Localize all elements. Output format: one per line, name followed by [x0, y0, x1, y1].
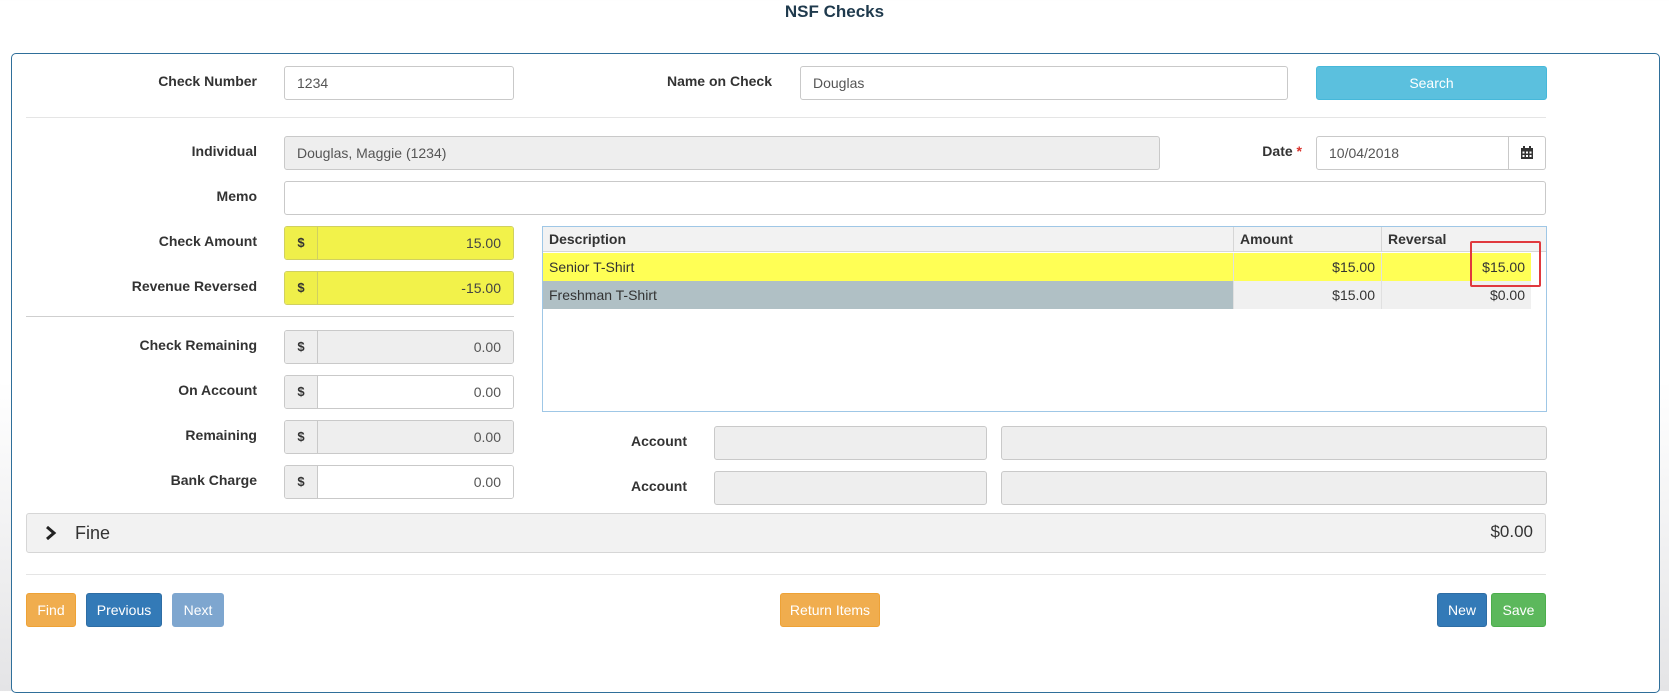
check-remaining-field: $ 0.00	[284, 330, 514, 364]
check-amount-value[interactable]: 15.00	[318, 227, 513, 259]
column-header-amount[interactable]: Amount	[1234, 227, 1382, 252]
annotation-highlight-box	[1470, 241, 1541, 287]
currency-sign: $	[285, 421, 318, 453]
previous-button[interactable]: Previous	[86, 593, 162, 627]
check-remaining-value: 0.00	[318, 331, 513, 363]
row-description: Freshman T-Shirt	[543, 281, 1234, 309]
calendar-icon	[1521, 146, 1533, 159]
memo-input[interactable]	[284, 181, 1546, 215]
fine-total: $0.00	[1490, 522, 1533, 541]
fine-section-toggle[interactable]: Fine $0.00	[26, 513, 1546, 553]
individual-label: Individual	[191, 143, 257, 159]
items-grid: Description Amount Reversal Senior T-Shi…	[542, 226, 1547, 412]
column-header-description[interactable]: Description	[543, 227, 1234, 252]
return-items-button[interactable]: Return Items	[780, 593, 880, 627]
currency-sign: $	[285, 227, 318, 259]
check-amount-field[interactable]: $ 15.00	[284, 226, 514, 260]
date-label: Date *	[1212, 141, 1302, 161]
currency-sign: $	[285, 466, 318, 498]
chevron-right-icon	[46, 526, 57, 540]
grid-header: Description Amount Reversal	[543, 227, 1546, 252]
next-button[interactable]: Next	[172, 593, 224, 627]
currency-sign: $	[285, 376, 318, 408]
search-button[interactable]: Search	[1316, 66, 1547, 100]
row-amount: $15.00	[1234, 253, 1382, 281]
account-label-1: Account	[631, 433, 687, 449]
nsf-checks-panel: Check Number 1234 Name on Check Douglas …	[11, 53, 1660, 693]
revenue-reversed-field: $ -15.00	[284, 271, 514, 305]
account-code-field-2[interactable]	[714, 471, 987, 505]
remaining-field: $ 0.00	[284, 420, 514, 454]
name-on-check-label: Name on Check	[666, 73, 772, 89]
find-button[interactable]: Find	[26, 593, 76, 627]
check-number-label: Check Number	[158, 73, 257, 89]
remaining-value: 0.00	[318, 421, 513, 453]
bank-charge-field[interactable]: $ 0.00	[284, 465, 514, 499]
row-amount: $15.00	[1234, 281, 1382, 309]
new-button[interactable]: New	[1437, 593, 1487, 627]
individual-field: Douglas, Maggie (1234)	[284, 136, 1160, 170]
bank-charge-label: Bank Charge	[170, 472, 257, 488]
page-title: NSF Checks	[784, 2, 885, 21]
account-code-field-1[interactable]	[714, 426, 987, 460]
divider-amounts	[26, 316, 514, 317]
on-account-value[interactable]: 0.00	[318, 376, 513, 408]
remaining-label: Remaining	[185, 427, 257, 443]
check-amount-label: Check Amount	[158, 233, 257, 249]
account-name-field-2[interactable]	[1001, 471, 1547, 505]
name-on-check-input[interactable]: Douglas	[800, 66, 1288, 100]
fine-label: Fine	[75, 523, 111, 543]
date-input[interactable]: 10/04/2018	[1316, 136, 1509, 170]
check-remaining-label: Check Remaining	[139, 337, 257, 353]
grid-row[interactable]: Freshman T-Shirt $15.00 $0.00	[543, 281, 1531, 309]
bank-charge-value[interactable]: 0.00	[318, 466, 513, 498]
date-label-text: Date	[1262, 143, 1293, 159]
account-name-field-1[interactable]	[1001, 426, 1547, 460]
revenue-reversed-label: Revenue Reversed	[131, 278, 257, 294]
divider-footer	[26, 574, 1546, 575]
row-description: Senior T-Shirt	[543, 253, 1234, 281]
save-button[interactable]: Save	[1491, 593, 1546, 627]
currency-sign: $	[285, 331, 318, 363]
required-marker: *	[1296, 143, 1302, 159]
memo-label: Memo	[216, 188, 257, 204]
calendar-button[interactable]	[1509, 136, 1546, 170]
check-number-input[interactable]: 1234	[284, 66, 514, 100]
grid-row[interactable]: Senior T-Shirt $15.00 $15.00	[543, 253, 1531, 281]
currency-sign: $	[285, 272, 318, 304]
revenue-reversed-value: -15.00	[318, 272, 513, 304]
on-account-field[interactable]: $ 0.00	[284, 375, 514, 409]
on-account-label: On Account	[178, 382, 257, 398]
account-label-2: Account	[631, 478, 687, 494]
divider-top	[26, 117, 1546, 118]
